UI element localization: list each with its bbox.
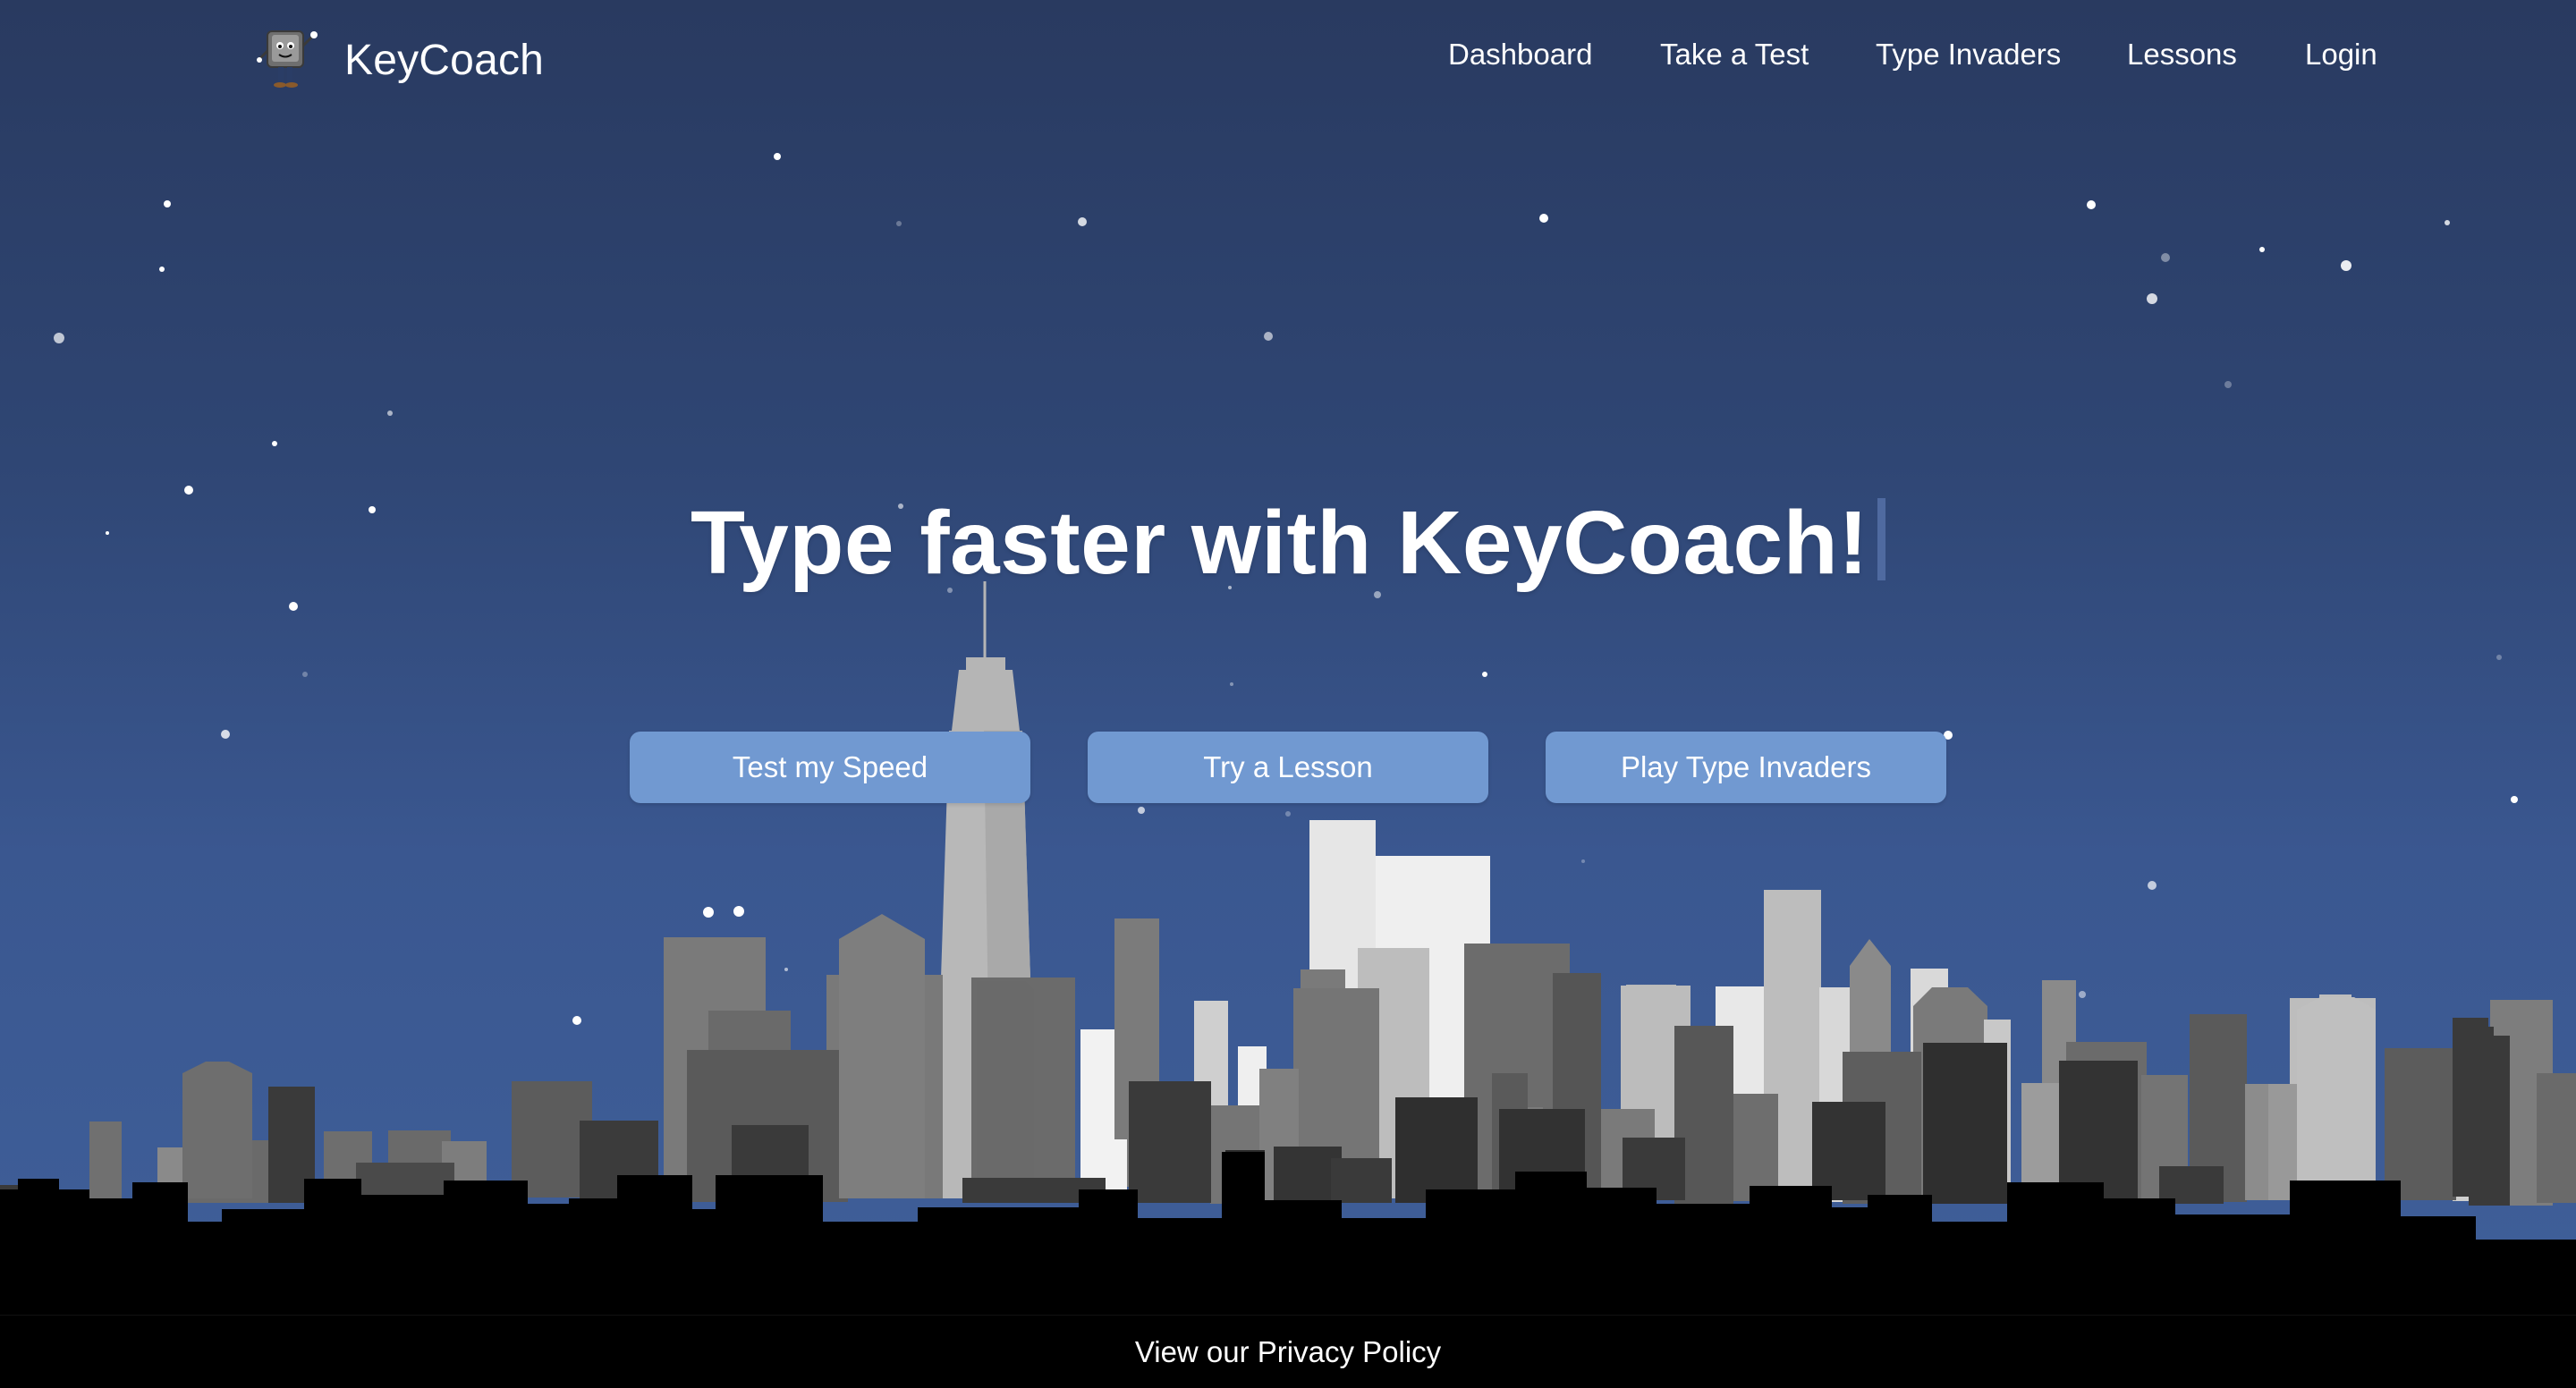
building: [2385, 1048, 2456, 1200]
tower-cap: [966, 657, 1005, 670]
footer: View our Privacy Policy: [0, 1315, 2576, 1388]
nav-take-a-test[interactable]: Take a Test: [1660, 38, 1809, 72]
building: [1331, 1158, 1392, 1203]
city-skyline-illustration: [0, 581, 2576, 1388]
building: [89, 1121, 122, 1202]
hero-title-text: Type faster with KeyCoach!: [690, 493, 1868, 593]
hero-title: Type faster with KeyCoach!: [691, 492, 1885, 595]
main-nav: Dashboard Take a Test Type Invaders Less…: [0, 38, 2576, 82]
building: [1733, 1094, 1778, 1201]
top-navbar: KeyCoach Dashboard Take a Test Type Inva…: [0, 0, 2576, 121]
building: [977, 981, 1034, 1198]
building: [2297, 997, 2376, 1198]
test-my-speed-button[interactable]: Test my Speed: [630, 732, 1030, 803]
building: [1395, 1097, 1478, 1203]
building: [2159, 1166, 2224, 1204]
play-type-invaders-button[interactable]: Play Type Invaders: [1546, 732, 1946, 803]
nav-dashboard[interactable]: Dashboard: [1448, 38, 1592, 72]
building: [2537, 1073, 2576, 1203]
hero: Type faster with KeyCoach!: [0, 492, 2576, 595]
building: [182, 1062, 252, 1198]
building: [1129, 1081, 1211, 1203]
privacy-policy-link[interactable]: View our Privacy Policy: [0, 1335, 2576, 1369]
tower-top: [952, 670, 1020, 731]
building: [1923, 1043, 2007, 1204]
nav-type-invaders[interactable]: Type Invaders: [1876, 38, 2061, 72]
building: [839, 914, 925, 1198]
building: [356, 1163, 454, 1198]
building: [1812, 1102, 1885, 1200]
typing-caret: [1877, 498, 1885, 580]
nav-login[interactable]: Login: [2305, 38, 2377, 72]
try-a-lesson-button[interactable]: Try a Lesson: [1088, 732, 1488, 803]
building: [2469, 1036, 2510, 1206]
nav-lessons[interactable]: Lessons: [2127, 38, 2237, 72]
